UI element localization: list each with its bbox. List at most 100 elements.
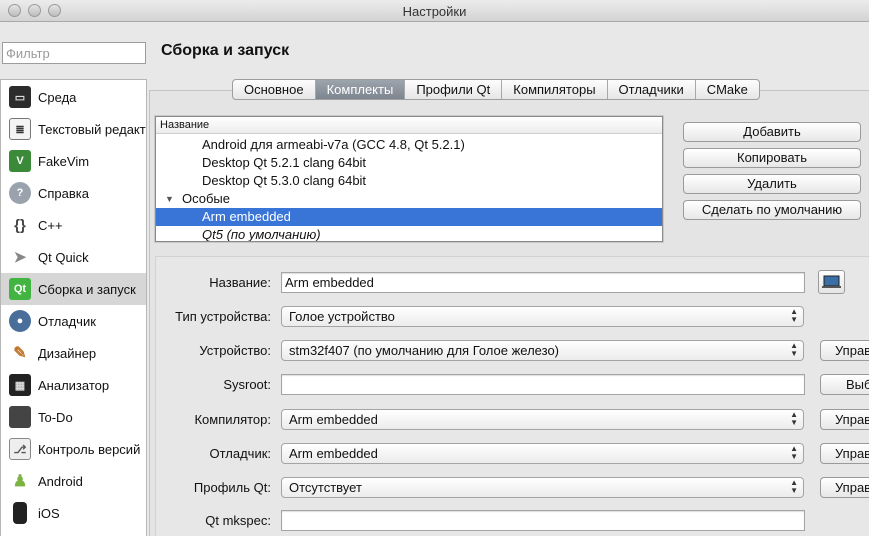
sidebar-item-android[interactable]: ♟ Android (1, 465, 146, 497)
debugger-value: Arm embedded (289, 446, 378, 461)
sysroot-input[interactable] (281, 374, 805, 395)
debugger-icon: ● (9, 310, 31, 332)
device-type-value: Голое устройство (289, 309, 395, 324)
sidebar-item-designer[interactable]: ✎ Дизайнер (1, 337, 146, 369)
updown-arrows-icon: ▲ ▼ (790, 444, 798, 461)
sidebar-item-text-editor[interactable]: ≣ Текстовый редактор (1, 113, 146, 145)
sidebar-item-label: Дизайнер (38, 345, 97, 361)
device-select[interactable]: stm32f407 (по умолчанию для Голое железо… (281, 340, 804, 361)
designer-icon: ✎ (13, 345, 27, 362)
tab-qt-versions[interactable]: Профили Qt (405, 80, 503, 99)
qt-profile-label: Профиль Qt: (193, 480, 271, 495)
kit-row[interactable]: Android для armeabi-v7a (GCC 4.8, Qt 5.2… (156, 136, 662, 154)
sysroot-browse-button[interactable]: Выбрать... (820, 374, 869, 395)
add-kit-button[interactable]: Добавить (683, 122, 861, 142)
tab-kits[interactable]: Комплекты (315, 80, 406, 99)
name-input[interactable]: Arm embedded (281, 272, 805, 293)
updown-arrows-icon: ▲ ▼ (790, 478, 798, 495)
device-label: Устройство: (199, 343, 271, 358)
compiler-manage-button[interactable]: Управление... (820, 409, 869, 430)
settings-sidebar: ▭ Среда ≣ Текстовый редактор V FakeVim ?… (0, 79, 147, 536)
sidebar-item-build-run[interactable]: Qt Сборка и запуск (1, 273, 146, 305)
qt-profile-value: Отсутствует (289, 480, 362, 495)
sysroot-label: Sysroot: (223, 377, 271, 392)
device-icon-button[interactable] (818, 270, 845, 294)
sidebar-item-help[interactable]: ? Справка (1, 177, 146, 209)
kit-row-selected[interactable]: Arm embedded (156, 208, 662, 226)
kit-row[interactable]: Desktop Qt 5.3.0 clang 64bit (156, 172, 662, 190)
text-editor-icon: ≣ (9, 118, 31, 140)
qt-profile-select[interactable]: Отсутствует ▲ ▼ (281, 477, 804, 498)
title-bar: Настройки (0, 0, 869, 22)
sidebar-item-label: To-Do (38, 409, 73, 425)
updown-arrows-icon: ▲ ▼ (790, 410, 798, 427)
sidebar-item-label: Android (38, 473, 83, 489)
sidebar-item-label: C++ (38, 217, 63, 233)
mkspec-input[interactable] (281, 510, 805, 531)
tab-debuggers[interactable]: Отладчики (608, 80, 696, 99)
kit-label: Android для armeabi-v7a (GCC 4.8, Qt 5.2… (202, 137, 465, 152)
sidebar-item-qt-quick[interactable]: ➤ Qt Quick (1, 241, 146, 273)
device-manage-button[interactable]: Управление... (820, 340, 869, 361)
version-control-icon: ⎇ (9, 438, 31, 460)
sidebar-item-label: Отладчик (38, 313, 96, 329)
kit-label: Arm embedded (202, 209, 291, 224)
sidebar-item-version-control[interactable]: ⎇ Контроль версий (1, 433, 146, 465)
debugger-select[interactable]: Arm embedded ▲ ▼ (281, 443, 804, 464)
sidebar-item-label: FakeVim (38, 153, 90, 169)
device-type-label: Тип устройства: (175, 309, 271, 324)
kits-column-header[interactable]: Название (156, 117, 662, 134)
updown-arrows-icon: ▲ ▼ (790, 307, 798, 324)
kits-list[interactable]: Название Android для armeabi-v7a (GCC 4.… (155, 116, 663, 242)
sidebar-item-fakevim[interactable]: V FakeVim (1, 145, 146, 177)
kit-group-manual[interactable]: ▼ Особые (156, 190, 662, 208)
tab-bar: Основное Комплекты Профили Qt Компилятор… (232, 79, 760, 100)
android-icon: ♟ (12, 473, 28, 490)
tab-cmake[interactable]: CMake (696, 80, 759, 99)
window-title: Настройки (402, 4, 467, 19)
make-default-button[interactable]: Сделать по умолчанию (683, 200, 861, 220)
debugger-manage-button[interactable]: Управление... (820, 443, 869, 464)
sidebar-item-ios[interactable]: iOS (1, 497, 146, 529)
kit-label: Desktop Qt 5.2.1 clang 64bit (202, 155, 367, 170)
qt-profile-manage-button[interactable]: Управление... (820, 477, 869, 498)
remove-kit-button[interactable]: Удалить (683, 174, 861, 194)
sidebar-item-cpp[interactable]: {} C++ (1, 209, 146, 241)
debugger-label: Отладчик: (209, 446, 271, 461)
compiler-value: Arm embedded (289, 412, 378, 427)
disclosure-triangle-icon[interactable]: ▼ (165, 190, 174, 208)
sidebar-item-label: Анализатор (38, 377, 110, 393)
kit-row[interactable]: Qt5 (по умолчанию) (156, 226, 662, 241)
todo-icon (9, 406, 31, 428)
copy-kit-button[interactable]: Копировать (683, 148, 861, 168)
name-label: Название: (209, 275, 271, 290)
sidebar-item-label: Qt Quick (38, 249, 89, 265)
updown-arrows-icon: ▲ ▼ (790, 341, 798, 358)
tab-general[interactable]: Основное (233, 80, 316, 99)
filter-input[interactable] (2, 42, 146, 64)
compiler-label: Компилятор: (194, 412, 271, 427)
help-icon: ? (9, 182, 31, 204)
sidebar-item-label: Справка (38, 185, 89, 201)
tab-compilers[interactable]: Компиляторы (502, 80, 608, 99)
ios-icon (13, 502, 27, 524)
environment-icon: ▭ (9, 86, 31, 108)
qt-quick-icon: ➤ (13, 249, 27, 266)
device-type-select[interactable]: Голое устройство ▲ ▼ (281, 306, 804, 327)
cpp-icon: {} (14, 216, 26, 234)
sidebar-item-analyzer[interactable]: ▦ Анализатор (1, 369, 146, 401)
kit-label: Desktop Qt 5.3.0 clang 64bit (202, 173, 367, 188)
sidebar-item-label: Среда (38, 89, 77, 105)
page-title: Сборка и запуск (161, 42, 290, 59)
device-value: stm32f407 (по умолчанию для Голое железо… (289, 343, 560, 358)
sidebar-item-label: Текстовый редактор (38, 121, 146, 137)
sidebar-item-todo[interactable]: To-Do (1, 401, 146, 433)
compiler-select[interactable]: Arm embedded ▲ ▼ (281, 409, 804, 430)
sidebar-item-debugger[interactable]: ● Отладчик (1, 305, 146, 337)
analyzer-icon: ▦ (9, 374, 31, 396)
kit-group-label: Особые (182, 191, 231, 206)
qt-build-icon: Qt (9, 278, 31, 300)
sidebar-item-environment[interactable]: ▭ Среда (1, 81, 146, 113)
kit-row[interactable]: Desktop Qt 5.2.1 clang 64bit (156, 154, 662, 172)
sidebar-item-label: iOS (38, 505, 60, 521)
